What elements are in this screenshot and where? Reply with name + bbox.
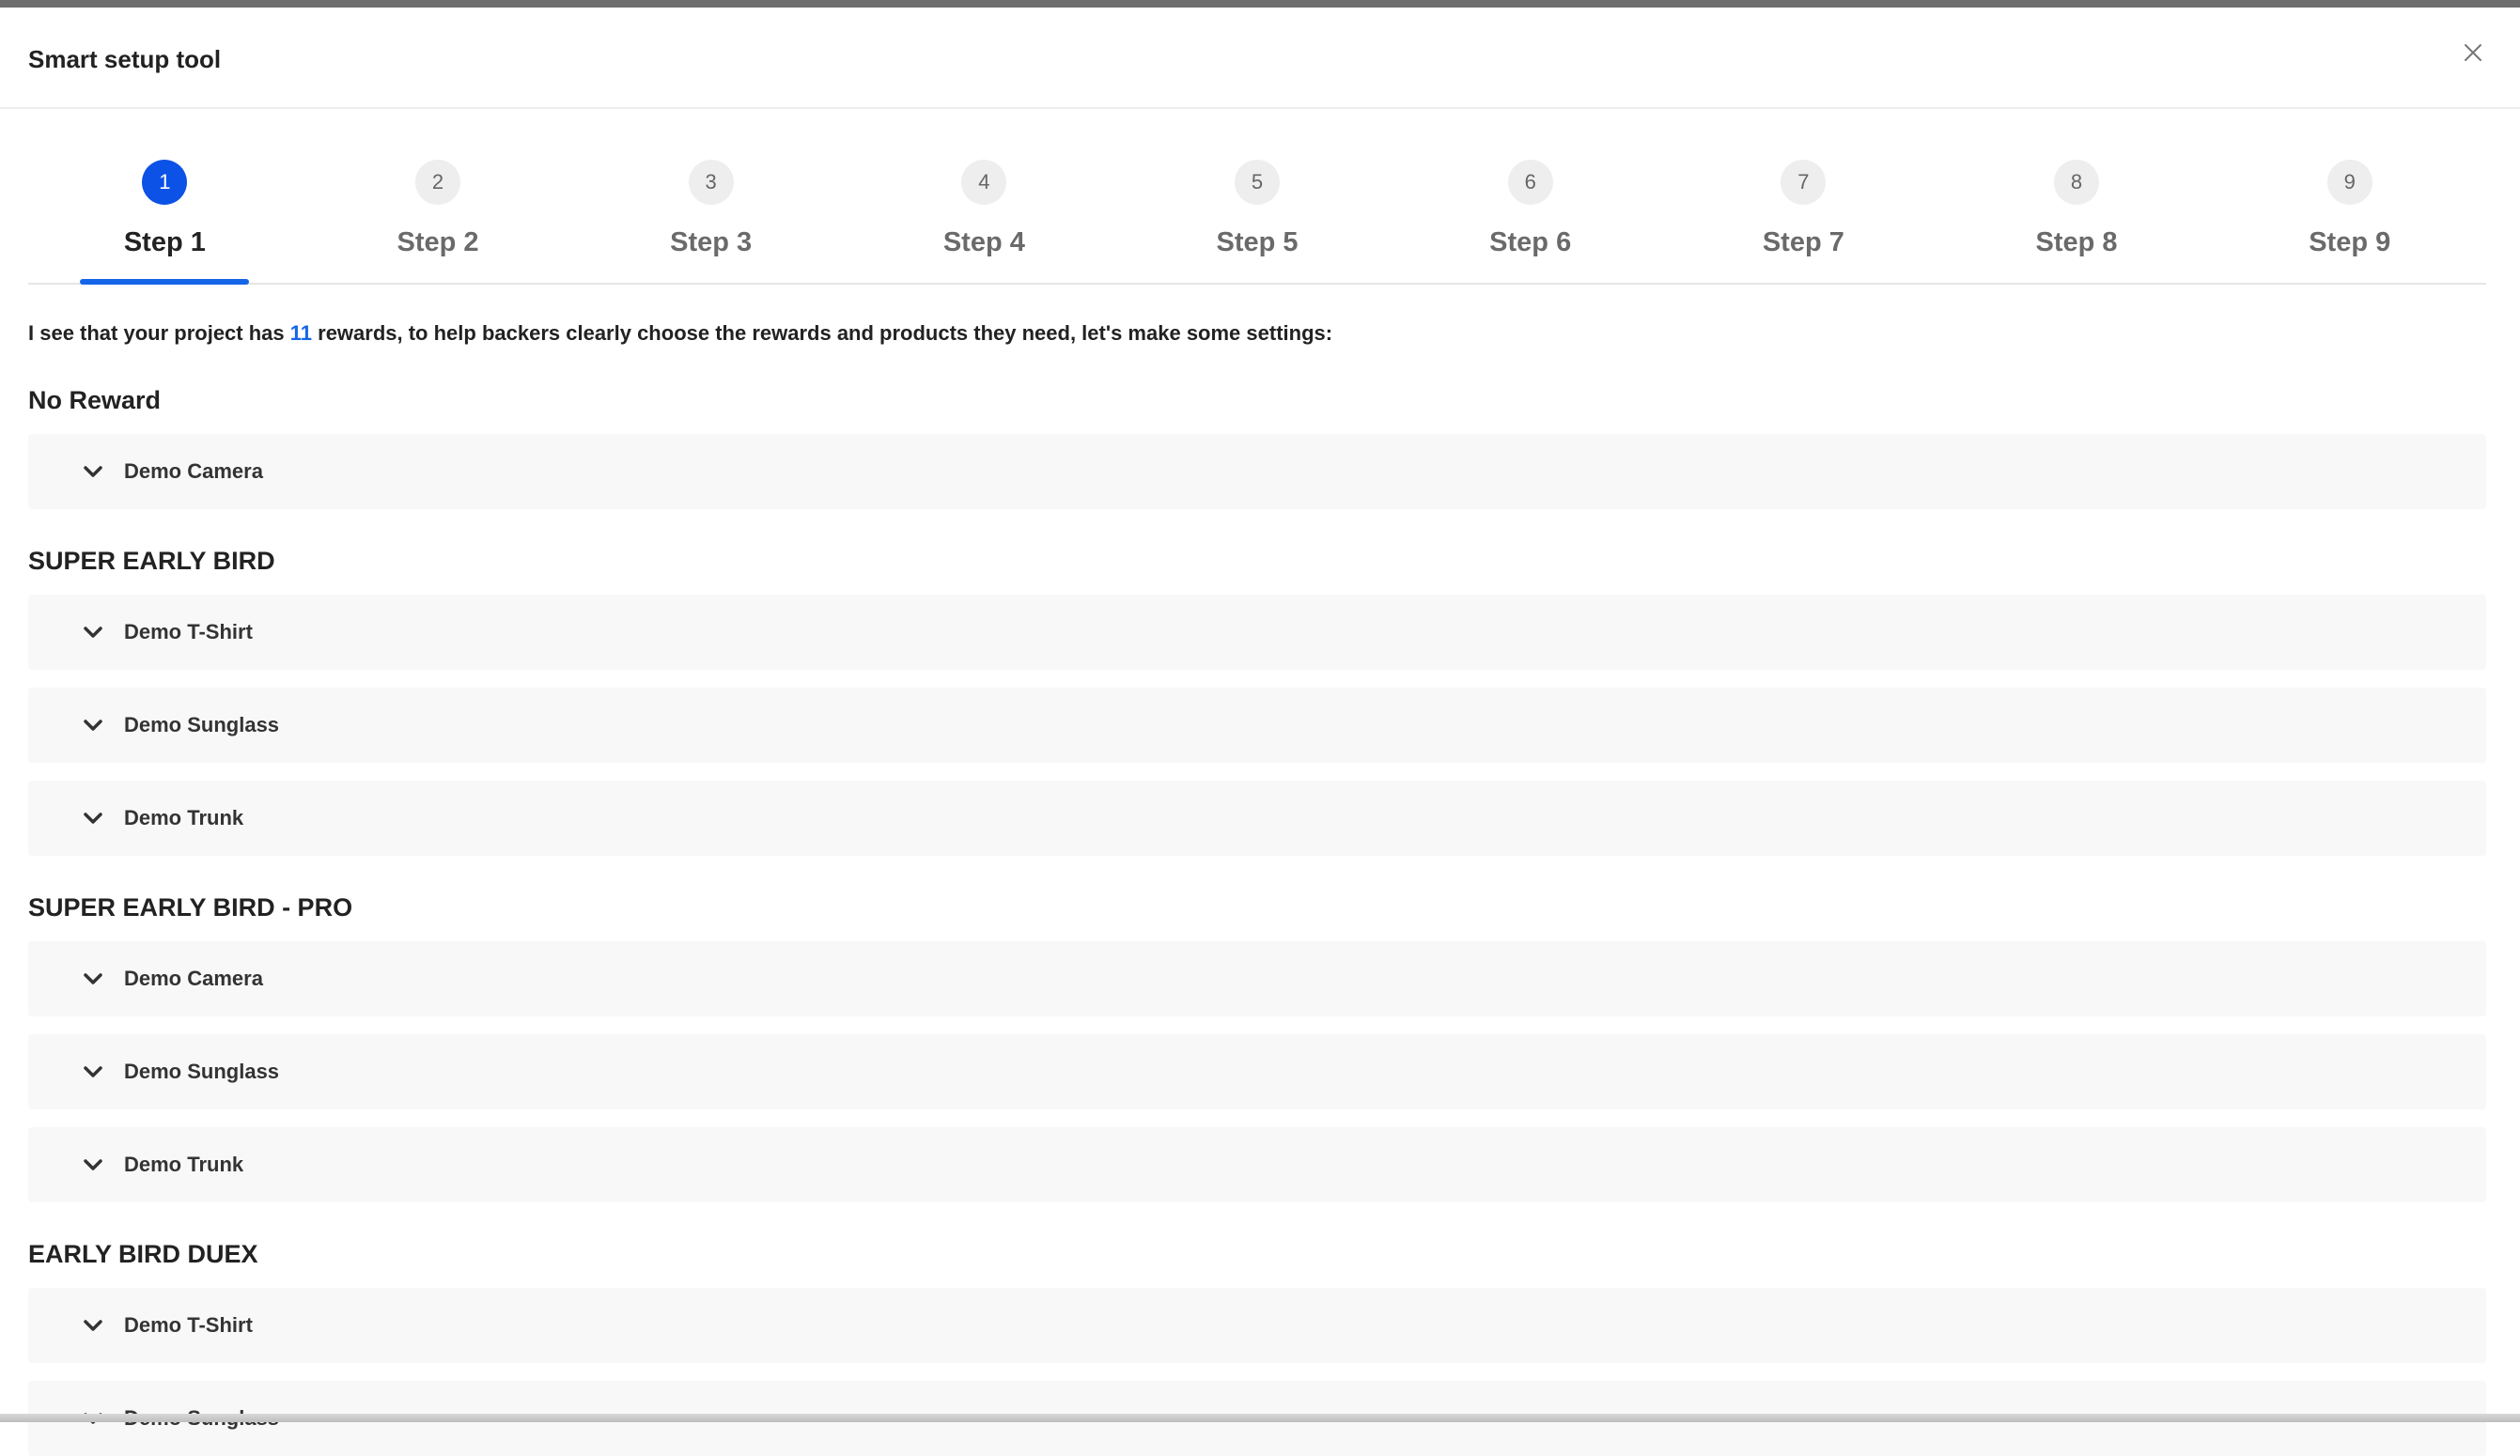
dialog-header: Smart setup tool (0, 8, 2520, 109)
group-title: No Reward (28, 386, 162, 414)
group-title: EARLY BIRD DUEX (28, 1240, 258, 1268)
step-label: Step 8 (2035, 227, 2118, 257)
group-title: SUPER EARLY BIRD - PRO (28, 893, 353, 922)
chevron-down-icon (81, 716, 105, 735)
step-label: Step 9 (2309, 227, 2391, 257)
step-number-badge: 3 (688, 160, 734, 205)
step-label: Step 1 (123, 227, 206, 257)
tab-step-5[interactable]: 5 Step 5 (1121, 155, 1394, 283)
reward-item-row[interactable]: Demo Sunglass (28, 688, 2486, 763)
item-label: Demo Camera (124, 967, 263, 990)
step-label: Step 2 (397, 227, 479, 257)
chevron-down-icon (81, 1316, 105, 1335)
tab-step-3[interactable]: 3 Step 3 (574, 155, 848, 283)
step-label: Step 7 (1762, 227, 1844, 257)
item-label: Demo Camera (124, 459, 263, 483)
item-label: Demo T-Shirt (124, 1313, 253, 1337)
step-number-badge: 4 (961, 160, 1007, 205)
intro-prefix: I see that your project has (28, 321, 290, 345)
reward-item-row[interactable]: Demo T-Shirt (28, 1288, 2486, 1363)
step-number-badge: 1 (142, 160, 188, 205)
chevron-down-icon (81, 809, 105, 828)
step-number-badge: 5 (1235, 160, 1281, 205)
chevron-down-icon (81, 1155, 105, 1174)
reward-item-row[interactable]: Demo Trunk (28, 1127, 2486, 1202)
step-tabs: 1 Step 1 2 Step 2 3 Step 3 4 Step 4 5 St… (28, 155, 2486, 285)
step-number-badge: 9 (2326, 160, 2372, 205)
chevron-down-icon (81, 462, 105, 481)
tab-step-1[interactable]: 1 Step 1 (28, 155, 302, 283)
step-number-badge: 8 (2054, 160, 2100, 205)
dialog-title: Smart setup tool (28, 45, 222, 73)
group-title: SUPER EARLY BIRD (28, 547, 275, 575)
intro-text: I see that your project has 11 rewards, … (28, 321, 1332, 346)
step-label: Step 5 (1216, 227, 1299, 257)
reward-item-row[interactable]: Demo Camera (28, 434, 2486, 509)
step-number-badge: 7 (1781, 160, 1827, 205)
bottom-edge (0, 1414, 2520, 1422)
step-label: Step 6 (1489, 227, 1572, 257)
reward-item-row[interactable]: Demo Trunk (28, 781, 2486, 856)
step-number-badge: 2 (415, 160, 460, 205)
reward-item-row[interactable]: Demo Sunglass (28, 1034, 2486, 1109)
reward-item-row[interactable]: Demo T-Shirt (28, 595, 2486, 670)
close-button[interactable] (2454, 34, 2492, 71)
tab-step-4[interactable]: 4 Step 4 (848, 155, 1121, 283)
step-number-badge: 6 (1507, 160, 1553, 205)
chevron-down-icon (81, 969, 105, 988)
item-label: Demo Trunk (124, 806, 244, 829)
item-label: Demo Sunglass (124, 1060, 280, 1083)
tab-step-6[interactable]: 6 Step 6 (1393, 155, 1667, 283)
intro-suffix: rewards, to help backers clearly choose … (312, 321, 1333, 345)
item-label: Demo Sunglass (124, 713, 280, 736)
step-label: Step 3 (670, 227, 753, 257)
chevron-down-icon (81, 623, 105, 642)
reward-count: 11 (289, 321, 313, 345)
tab-step-7[interactable]: 7 Step 7 (1667, 155, 1940, 283)
tab-step-2[interactable]: 2 Step 2 (302, 155, 575, 283)
tab-step-8[interactable]: 8 Step 8 (1940, 155, 2214, 283)
step-label: Step 4 (942, 227, 1025, 257)
item-label: Demo T-Shirt (124, 620, 253, 643)
close-icon (2465, 44, 2481, 61)
chevron-down-icon (81, 1062, 105, 1081)
item-label: Demo Trunk (124, 1153, 244, 1176)
tab-step-9[interactable]: 9 Step 9 (2213, 155, 2486, 283)
reward-item-row[interactable]: Demo Camera (28, 941, 2486, 1016)
top-bar (0, 0, 2520, 8)
